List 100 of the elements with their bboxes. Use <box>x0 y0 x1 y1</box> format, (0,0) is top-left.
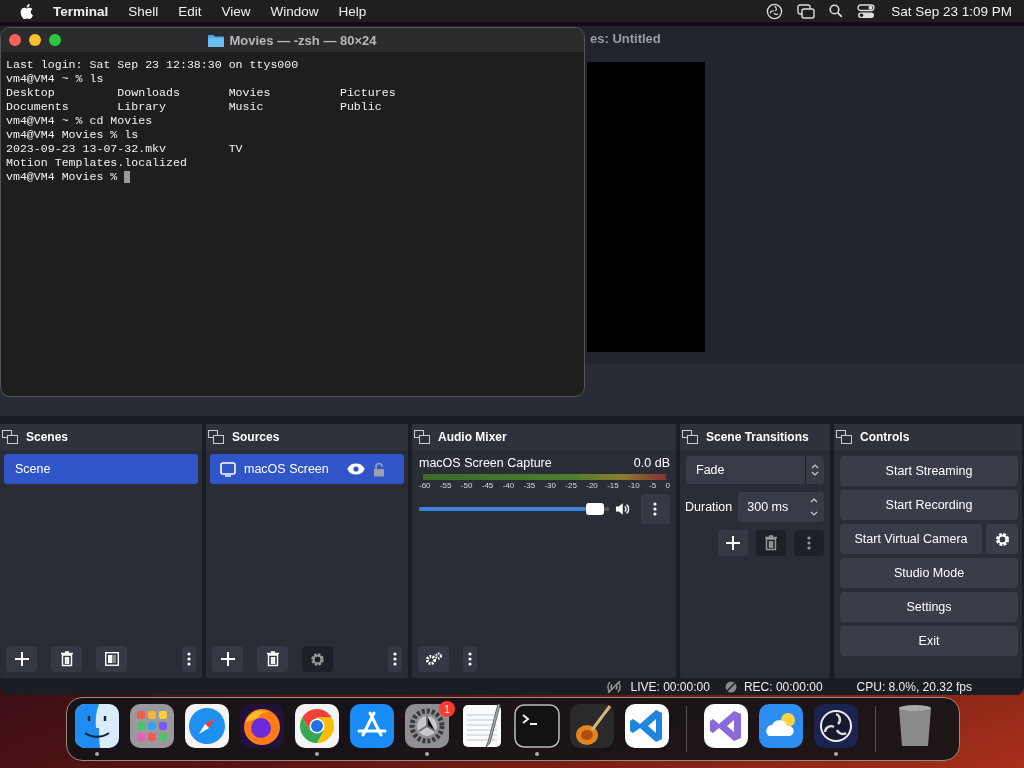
more-button[interactable] <box>182 646 196 672</box>
meter-scale-label: 0 <box>665 481 670 490</box>
circle-logo-icon[interactable] <box>812 702 860 750</box>
app-grid-icon[interactable] <box>128 702 176 750</box>
terminal-line: Motion Templates.localized <box>6 156 187 170</box>
meter-scale-label: -40 <box>502 481 515 490</box>
menu-item[interactable]: Edit <box>178 3 202 19</box>
trash-icon <box>59 651 74 667</box>
meter-scale-label: -55 <box>439 481 452 490</box>
control-button[interactable]: Studio Mode <box>840 558 1018 588</box>
menu-item[interactable]: Window <box>270 3 319 19</box>
control-button[interactable]: Settings <box>840 592 1018 622</box>
panel-title: Scenes <box>26 430 69 444</box>
control-button[interactable]: Exit <box>840 626 1018 656</box>
undock-icon[interactable] <box>836 430 852 444</box>
meter-scale-label: -25 <box>565 481 577 490</box>
code-ribbon-icon[interactable] <box>623 702 671 750</box>
terminal-line: vm4@VM4 Movies % ls <box>6 128 139 142</box>
delete-button[interactable] <box>756 530 786 556</box>
undock-icon[interactable] <box>208 430 224 444</box>
gear-icon <box>310 651 325 667</box>
vertical-dots-icon <box>187 652 191 666</box>
menu-item[interactable]: Shell <box>128 3 159 19</box>
live-timer: LIVE: 00:00:00 <box>630 679 710 694</box>
cloud-sun-icon[interactable] <box>757 702 805 750</box>
window-title: Movies — -zsh — 80×24 <box>229 32 377 48</box>
zoom-button[interactable] <box>49 34 61 46</box>
control-button[interactable]: Start Streaming <box>840 456 1018 486</box>
meter-scale-label: -10 <box>628 481 640 490</box>
padlock-icon[interactable] <box>372 461 385 477</box>
speaker-icon[interactable] <box>615 502 631 516</box>
gear-icon <box>994 531 1010 547</box>
duration-spinbox[interactable]: 300 ms <box>738 492 824 522</box>
menu-item[interactable]: Help <box>338 3 367 19</box>
apple-icon[interactable] <box>20 3 33 19</box>
volume-reading: 0.0 dB <box>633 456 670 470</box>
rec-timer: REC: 00:00:00 <box>743 679 823 694</box>
panel-title: Scene Transitions <box>706 430 809 444</box>
close-button[interactable] <box>9 34 21 46</box>
terminal-line: Documents Library Music Public <box>6 100 382 114</box>
scene-item[interactable]: Scene <box>4 454 198 484</box>
undock-icon[interactable] <box>2 430 18 444</box>
properties-button[interactable] <box>302 646 333 672</box>
plus-icon <box>14 652 29 666</box>
vertical-dots-icon <box>468 652 472 666</box>
delete-button[interactable] <box>51 646 82 672</box>
smiling-face-icon[interactable] <box>73 702 121 750</box>
folder-icon <box>208 33 225 47</box>
toggle-switches-icon[interactable] <box>857 3 876 19</box>
menu-item[interactable]: View <box>221 3 251 19</box>
delete-button[interactable] <box>257 646 288 672</box>
duration-label: Duration <box>685 500 733 514</box>
terminal-line: vm4@VM4 ~ % cd Movies <box>6 114 153 128</box>
add-button[interactable] <box>212 646 243 672</box>
gear-icon[interactable] <box>403 702 451 750</box>
circle-logo-icon[interactable] <box>766 2 784 20</box>
source-item[interactable]: macOS Screen <box>210 454 404 484</box>
ribbon-icon[interactable] <box>702 702 750 750</box>
meter-scale-label: -60 <box>419 481 431 490</box>
search-icon[interactable] <box>829 4 844 18</box>
undock-icon[interactable] <box>414 430 430 444</box>
clock[interactable]: Sat Sep 23 1:09 PM <box>891 3 1012 19</box>
meter-scale-label: -20 <box>586 481 598 490</box>
source-name: macOS Screen <box>244 462 329 476</box>
filter-icon <box>104 652 119 666</box>
more-button[interactable] <box>388 646 402 672</box>
notification-badge: 1 <box>439 701 455 717</box>
guitar-icon[interactable] <box>568 702 616 750</box>
command-prompt-icon[interactable] <box>513 702 561 750</box>
letter-a-icon[interactable] <box>348 702 396 750</box>
minimize-button[interactable] <box>29 34 41 46</box>
control-button[interactable]: Start Recording <box>840 490 1018 520</box>
settings-button[interactable] <box>986 524 1018 554</box>
cpu-fps-readout: CPU: 8.0%, 20.32 fps <box>856 679 972 694</box>
more-button[interactable] <box>463 646 477 672</box>
vertical-dots-icon <box>653 502 658 516</box>
app-menu[interactable]: Terminal <box>53 3 109 19</box>
compass-icon[interactable] <box>183 702 231 750</box>
add-button[interactable] <box>718 530 748 556</box>
transition-dropdown[interactable]: Fade <box>686 456 824 484</box>
plus-icon <box>220 652 235 666</box>
panel-title: Controls <box>860 430 910 444</box>
windows-icon[interactable] <box>797 3 816 19</box>
vertical-dots-icon <box>393 652 397 666</box>
meter-scale-label: -45 <box>481 481 494 490</box>
terminal-line: vm4@VM4 Movies % <box>6 170 119 184</box>
control-button[interactable]: Start Virtual Camera <box>840 524 982 554</box>
advanced-audio-button[interactable] <box>418 646 449 672</box>
gears-icon <box>424 652 443 666</box>
panel-title: Sources <box>232 430 280 444</box>
up-down-chevron-icon <box>811 463 819 477</box>
eye-icon[interactable] <box>346 463 365 475</box>
meter-scale-label: -50 <box>460 481 473 490</box>
fox-globe-icon[interactable] <box>238 702 286 750</box>
undock-icon[interactable] <box>682 430 698 444</box>
filter-button[interactable] <box>96 646 127 672</box>
meter-scale-label: -30 <box>544 481 556 490</box>
add-button[interactable] <box>6 646 37 672</box>
slider-thumb[interactable] <box>586 503 605 515</box>
terminal-line: Last login: Sat Sep 23 12:38:30 on ttys000 <box>6 58 299 72</box>
